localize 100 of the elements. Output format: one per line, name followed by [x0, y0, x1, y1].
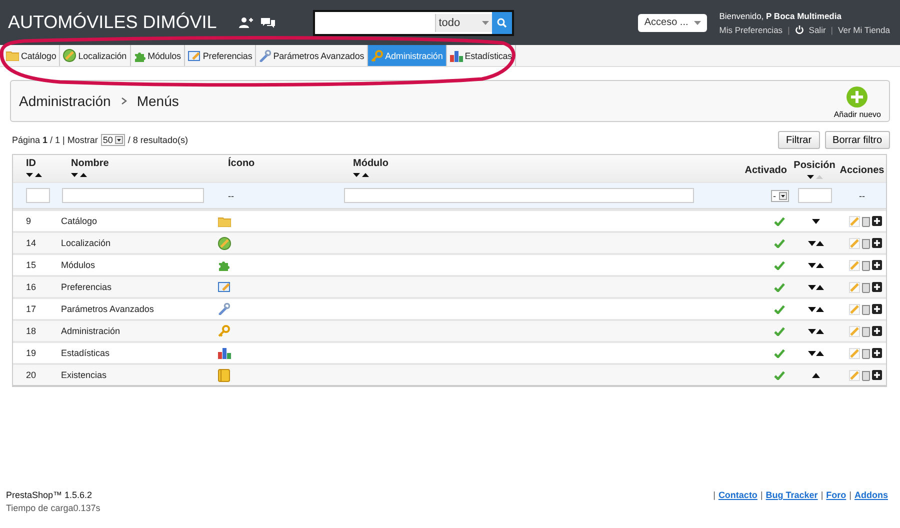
footer-link[interactable]: Addons [854, 490, 888, 500]
table-cell: 9 [26, 216, 32, 226]
column-header: Acciones [840, 164, 884, 176]
footer-link[interactable]: Contacto [718, 490, 758, 500]
footer-link[interactable]: Foro [826, 490, 846, 500]
move-down-icon[interactable] [808, 328, 816, 334]
search-button[interactable] [492, 12, 512, 34]
link-separator: | [849, 490, 852, 500]
check-icon[interactable] [774, 216, 785, 226]
plus-square-icon[interactable] [872, 326, 882, 336]
move-up-icon[interactable] [816, 284, 824, 290]
table-cell: Preferencias [61, 282, 112, 292]
header-link[interactable]: Ver Mi Tienda [838, 24, 890, 34]
column-header: Módulo [353, 158, 390, 169]
column-header: ID [26, 158, 37, 169]
link-separator: | [760, 490, 763, 500]
sort-arrows-icon[interactable] [71, 172, 87, 178]
power-icon[interactable] [794, 25, 804, 34]
move-down-icon[interactable] [812, 218, 820, 224]
table-cell: 15 [26, 260, 36, 270]
table-cell: 14 [26, 238, 36, 248]
check-icon[interactable] [774, 238, 785, 248]
filter-field[interactable] [344, 188, 694, 203]
caret-icon[interactable] [694, 20, 702, 24]
search-field[interactable]: todo [312, 10, 514, 36]
chat-icon[interactable] [260, 16, 275, 28]
column-header: Ícono [228, 158, 256, 169]
no-filter-text: -- [859, 190, 865, 200]
menu-tab[interactable]: Localización [60, 45, 131, 66]
move-up-icon[interactable] [816, 262, 824, 268]
move-down-icon[interactable] [808, 350, 816, 356]
link-separator: | [830, 24, 834, 34]
folder-icon [6, 50, 19, 61]
menu-tab[interactable]: Módulos [130, 45, 185, 66]
people-icon[interactable] [238, 16, 253, 28]
table-cell: 16 [26, 282, 36, 292]
plus-square-icon[interactable] [872, 348, 882, 358]
breadcrumb-chevron-icon [120, 97, 127, 105]
plus-square-icon[interactable] [872, 282, 882, 292]
column-header: Nombre [71, 158, 110, 169]
sort-arrows-icon[interactable] [26, 172, 42, 178]
check-icon[interactable] [774, 348, 785, 358]
plus-square-icon[interactable] [872, 216, 882, 226]
check-icon[interactable] [774, 326, 785, 336]
table-cell: 19 [26, 348, 36, 358]
dropdown-arrow-icon[interactable] [779, 192, 787, 200]
welcome-text: Bienvenido, P Boca Multimedia [719, 10, 842, 20]
note-pencil-icon [188, 50, 201, 62]
move-down-icon[interactable] [808, 262, 816, 268]
plus-square-icon[interactable] [872, 260, 882, 270]
check-icon[interactable] [774, 370, 785, 380]
search-scope-select[interactable]: todo [434, 14, 492, 32]
filter-field[interactable] [62, 188, 204, 203]
add-new-button[interactable]: Añadir nuevo [834, 86, 881, 118]
sort-arrows-icon[interactable] [353, 172, 369, 178]
bar-chart-icon [450, 50, 463, 62]
caret-icon[interactable] [482, 20, 489, 24]
no-filter-text: -- [228, 190, 234, 200]
puzzle-icon [218, 259, 230, 271]
plus-square-icon[interactable] [872, 304, 882, 314]
active-filter-select[interactable]: - [771, 190, 789, 202]
check-icon[interactable] [774, 260, 785, 270]
quick-access-dropdown[interactable]: Acceso ... [638, 14, 708, 32]
wrench-icon [218, 303, 230, 315]
table-cell: Módulos [61, 260, 96, 270]
move-up-icon[interactable] [816, 240, 824, 246]
header-link[interactable]: Mis Preferencias [719, 24, 783, 34]
move-down-icon[interactable] [808, 284, 816, 290]
key-icon [218, 325, 230, 337]
move-up-icon[interactable] [812, 372, 820, 378]
key-icon [371, 50, 384, 62]
move-up-icon[interactable] [816, 328, 824, 334]
plus-circle-icon [846, 86, 868, 108]
table-cell: 18 [26, 326, 36, 336]
menu-tab[interactable]: Catálogo [3, 45, 60, 66]
move-down-icon[interactable] [808, 306, 816, 312]
filter-field[interactable] [26, 188, 50, 203]
plus-square-icon[interactable] [872, 238, 882, 248]
link-separator: | [713, 490, 716, 500]
table-cell: 20 [26, 370, 36, 380]
move-up-icon[interactable] [816, 306, 824, 312]
filter-button[interactable]: Borrar filtro [824, 131, 890, 149]
table-cell: Catálogo [61, 216, 98, 226]
check-icon[interactable] [774, 282, 785, 292]
filter-field[interactable] [798, 188, 832, 203]
footer-link[interactable]: Bug Tracker [766, 490, 818, 500]
per-page-select[interactable]: 50 [100, 134, 125, 146]
move-up-icon[interactable] [816, 350, 824, 356]
breadcrumb-item: Menús [136, 93, 179, 109]
move-down-icon[interactable] [808, 240, 816, 246]
dropdown-arrow-icon[interactable] [114, 136, 123, 144]
plus-square-icon[interactable] [872, 370, 882, 380]
note-pencil-icon [218, 281, 231, 293]
wrench-icon [259, 50, 272, 62]
table-cell: 17 [26, 304, 36, 314]
column-header: Activado [744, 164, 787, 176]
header-link[interactable]: Salir [808, 24, 826, 34]
sort-arrows-icon[interactable] [806, 174, 822, 180]
check-icon[interactable] [774, 304, 785, 314]
filter-button[interactable]: Filtrar [778, 131, 820, 149]
